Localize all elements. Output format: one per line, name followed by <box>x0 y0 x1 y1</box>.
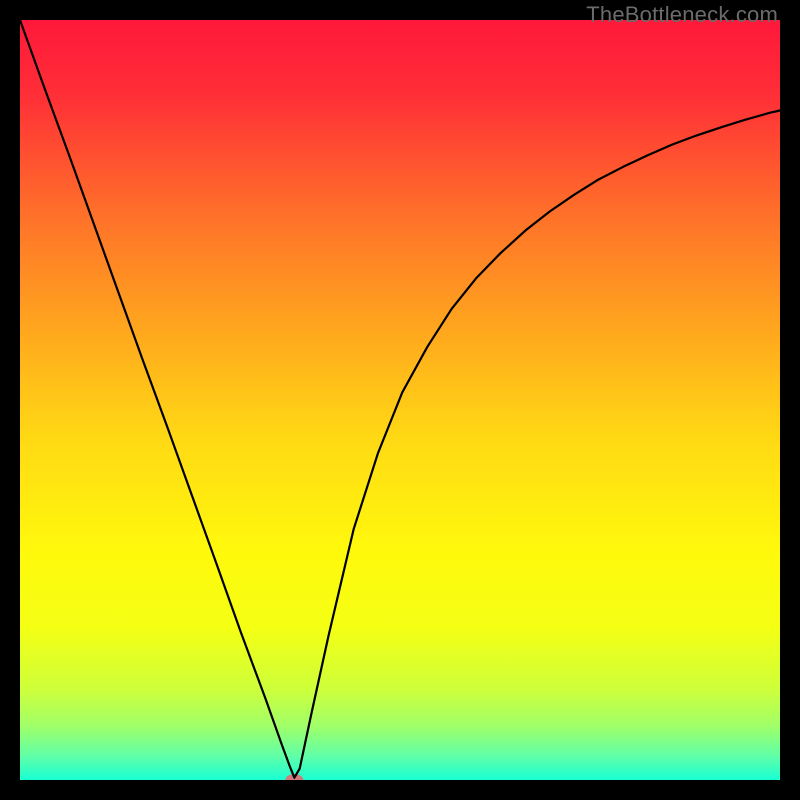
chart-frame <box>20 20 780 780</box>
bottleneck-chart <box>20 20 780 780</box>
watermark-label: TheBottleneck.com <box>586 2 778 28</box>
